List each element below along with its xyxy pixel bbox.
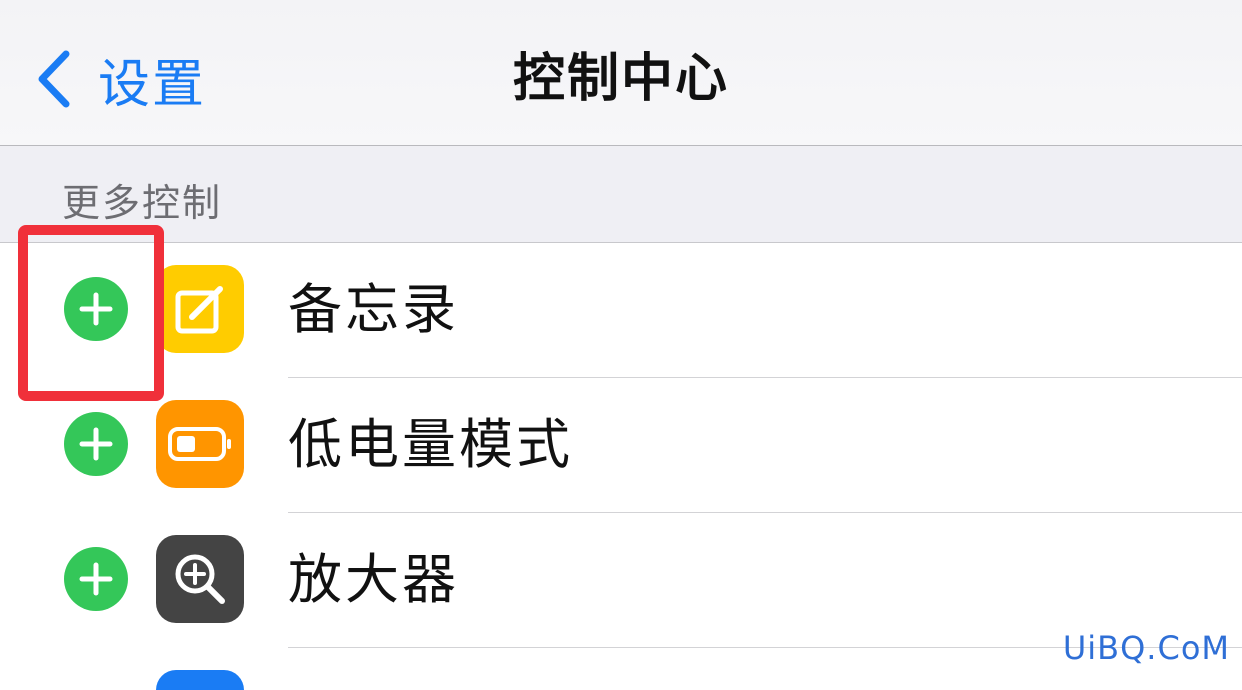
list-item-magnifier[interactable]: 放大器 (0, 513, 1242, 648)
notes-icon (156, 265, 244, 353)
list-item-label: 放大器 (288, 548, 459, 611)
magnifier-icon (156, 535, 244, 623)
add-button[interactable] (64, 412, 128, 476)
plus-icon (79, 292, 113, 326)
add-button[interactable] (64, 277, 128, 341)
more-controls-list: 备忘录 低电量模式 放大器 (0, 243, 1242, 648)
watermark: UiBQ.CoM (1062, 629, 1230, 667)
list-item-label: 低电量模式 (288, 413, 573, 476)
plus-icon (79, 427, 113, 461)
list-item-label: 备忘录 (288, 278, 459, 341)
list-item-low-power-mode[interactable]: 低电量模式 (0, 378, 1242, 513)
page-title: 控制中心 (512, 49, 729, 109)
battery-icon (156, 400, 244, 488)
list-item-notes[interactable]: 备忘录 (0, 243, 1242, 378)
add-button[interactable] (64, 547, 128, 611)
navigation-bar: 设置 控制中心 (0, 0, 1242, 146)
partial-app-icon (156, 670, 244, 690)
section-title: 更多控制 (62, 181, 223, 225)
plus-icon (79, 562, 113, 596)
